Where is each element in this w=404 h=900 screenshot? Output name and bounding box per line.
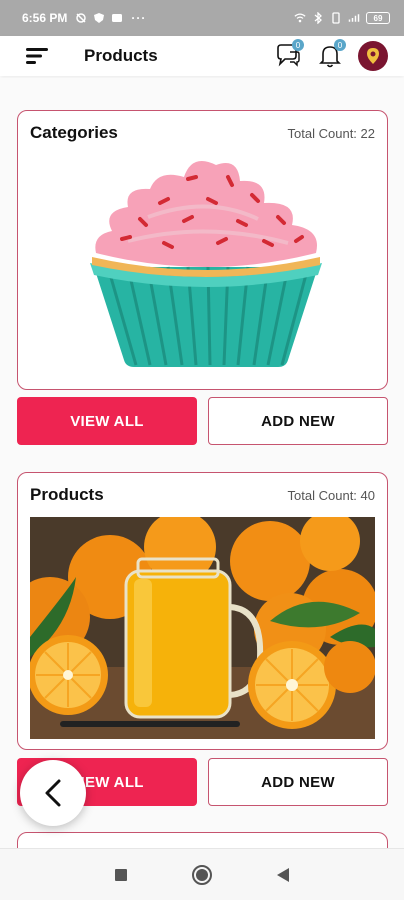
location-pin-icon xyxy=(367,48,379,64)
menu-icon[interactable] xyxy=(18,36,58,76)
categories-card[interactable]: Categories Total Count: 22 xyxy=(17,110,388,390)
card-header: Products Total Count: 40 xyxy=(18,473,387,505)
add-new-category-button[interactable]: ADD NEW xyxy=(208,397,388,445)
page-title: Products xyxy=(84,46,158,65)
chevron-left-icon xyxy=(45,779,61,807)
triangle-back-icon xyxy=(277,867,290,882)
recent-apps-button[interactable] xyxy=(108,862,134,888)
status-right: 69 xyxy=(294,12,390,24)
bluetooth-icon xyxy=(312,12,324,24)
card-title: Categories xyxy=(30,123,118,142)
notification-button[interactable]: 0 xyxy=(316,39,346,70)
orange-juice-image xyxy=(30,517,375,739)
products-card[interactable]: Products Total Count: 40 xyxy=(17,472,388,750)
avatar[interactable] xyxy=(358,41,388,71)
message-icon xyxy=(111,12,123,24)
main-content: Categories Total Count: 22 VIEW ALL ADD … xyxy=(0,78,404,848)
card-title: Products xyxy=(30,485,104,504)
total-count: Total Count: 22 xyxy=(287,125,375,141)
shield-icon xyxy=(93,12,105,24)
chat-badge: 0 xyxy=(292,39,304,51)
view-all-categories-button[interactable]: VIEW ALL xyxy=(17,397,197,445)
status-icons xyxy=(75,12,123,24)
next-card[interactable] xyxy=(17,832,388,848)
battery-icon: 69 xyxy=(366,12,390,24)
app-bar: Products 0 0 xyxy=(0,36,404,76)
system-nav-bar xyxy=(0,848,404,900)
status-time: 6:56 PM xyxy=(22,11,68,25)
chat-button[interactable]: 0 xyxy=(274,39,304,70)
card-header: Categories Total Count: 22 xyxy=(18,111,387,143)
wifi-icon xyxy=(294,12,306,24)
square-icon xyxy=(114,868,127,881)
add-new-product-button[interactable]: ADD NEW xyxy=(208,758,388,806)
more-status-dots: ··· xyxy=(131,11,147,25)
vibrate-icon xyxy=(330,12,342,24)
home-button[interactable] xyxy=(189,862,215,888)
total-count: Total Count: 40 xyxy=(287,487,375,503)
back-button[interactable] xyxy=(20,760,86,826)
circle-icon xyxy=(191,864,212,885)
status-bar: 6:56 PM ··· 69 xyxy=(0,0,404,36)
sync-icon xyxy=(75,12,87,24)
notification-badge: 0 xyxy=(334,39,346,51)
cupcake-image xyxy=(90,161,322,367)
system-back-button[interactable] xyxy=(270,862,296,888)
app-actions: 0 0 xyxy=(274,39,388,71)
signal-icon xyxy=(348,12,360,24)
